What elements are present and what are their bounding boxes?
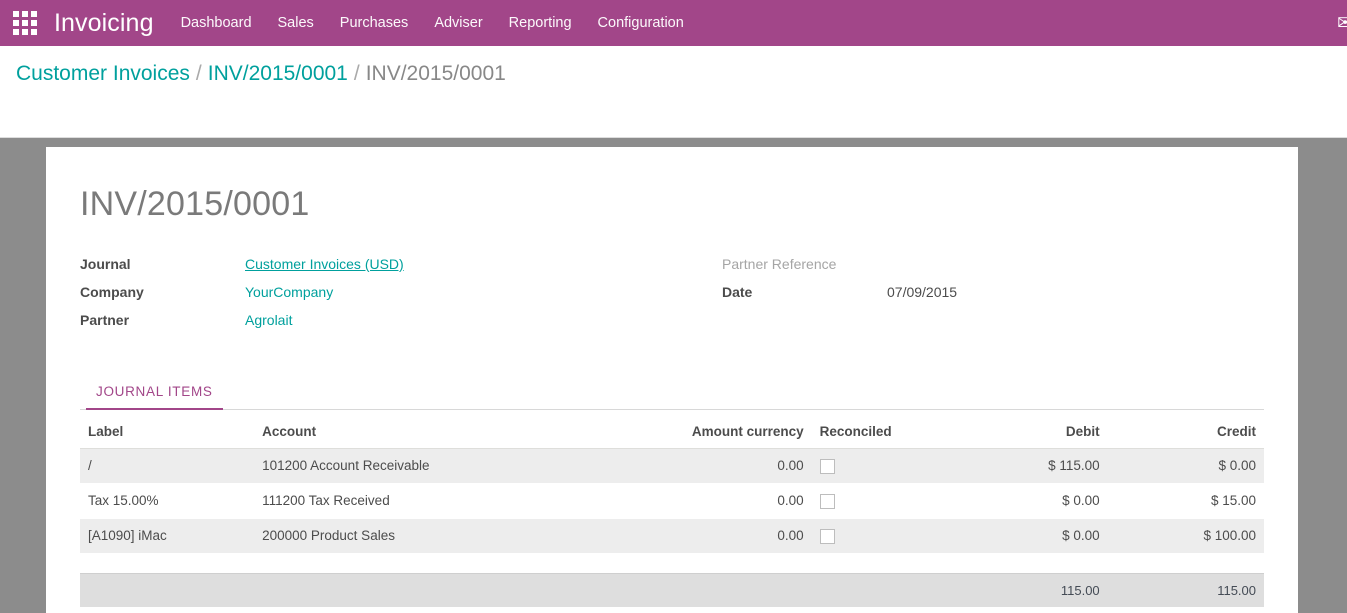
form-column-left: Journal Customer Invoices (USD) Company … <box>80 256 680 340</box>
navbar-right-tools: ✉ <box>1337 0 1347 46</box>
totals-cell-empty <box>812 573 956 607</box>
field-value-date[interactable]: 07/09/2015 <box>887 284 957 300</box>
cell-label: Tax 15.00% <box>80 483 254 518</box>
cell-reconciled <box>812 449 956 484</box>
field-value-journal[interactable]: Customer Invoices (USD) <box>245 256 404 272</box>
reconciled-checkbox[interactable] <box>820 494 835 509</box>
menu-item-adviser[interactable]: Adviser <box>421 0 495 46</box>
field-date: Date 07/09/2015 <box>722 284 1280 312</box>
cell-credit: $ 100.00 <box>1108 518 1264 553</box>
table-row[interactable]: [A1090] iMac 200000 Product Sales 0.00 $… <box>80 518 1264 553</box>
grid-dot <box>22 29 28 35</box>
totals-cell-empty <box>80 573 254 607</box>
grid-dot <box>31 11 37 17</box>
app-brand-title[interactable]: Invoicing <box>44 0 168 46</box>
control-panel: Customer Invoices/INV/2015/0001/INV/2015… <box>0 46 1347 138</box>
table-header: Label Account Amount currency Reconciled… <box>80 422 1264 449</box>
table-header-row: Label Account Amount currency Reconciled… <box>80 422 1264 449</box>
cell-debit: $ 0.00 <box>956 518 1108 553</box>
field-label-date: Date <box>722 284 887 300</box>
field-label-journal: Journal <box>80 256 245 272</box>
field-label-partner-reference: Partner Reference <box>722 256 887 272</box>
cell-reconciled <box>812 483 956 518</box>
grid-dot <box>13 29 19 35</box>
notebook-tabs: JOURNAL ITEMS <box>80 378 1264 410</box>
content-background: INV/2015/0001 Journal Customer Invoices … <box>0 138 1347 613</box>
grid-dot <box>31 20 37 26</box>
field-value-partner-wrap: Agrolait <box>245 312 292 328</box>
apps-grid-icon[interactable] <box>12 10 38 36</box>
grid-dot <box>22 11 28 17</box>
totals-cell-empty <box>609 573 812 607</box>
cell-credit: $ 15.00 <box>1108 483 1264 518</box>
menu-item-configuration[interactable]: Configuration <box>585 0 697 46</box>
column-header-account[interactable]: Account <box>254 422 609 449</box>
breadcrumb-separator: / <box>348 62 366 85</box>
table-footer-spacer <box>80 553 1264 573</box>
cell-account: 200000 Product Sales <box>254 518 609 553</box>
cell-amount-currency: 0.00 <box>609 483 812 518</box>
table-row[interactable]: / 101200 Account Receivable 0.00 $ 115.0… <box>80 449 1264 484</box>
cell-credit: $ 0.00 <box>1108 449 1264 484</box>
field-partner-reference: Partner Reference <box>722 256 1280 284</box>
menu-item-sales[interactable]: Sales <box>265 0 327 46</box>
tab-journal-items[interactable]: JOURNAL ITEMS <box>86 379 223 410</box>
page-title: INV/2015/0001 <box>64 185 1280 224</box>
grid-dot <box>13 11 19 17</box>
breadcrumb-current: INV/2015/0001 <box>366 62 506 85</box>
menu-item-purchases[interactable]: Purchases <box>327 0 422 46</box>
cell-label: / <box>80 449 254 484</box>
breadcrumb-item-invoice[interactable]: INV/2015/0001 <box>208 62 348 85</box>
field-label-partner: Partner <box>80 312 245 328</box>
field-label-company: Company <box>80 284 245 300</box>
table-totals-row: 115.00 115.00 <box>80 573 1264 607</box>
column-header-debit[interactable]: Debit <box>956 422 1108 449</box>
field-value-company[interactable]: YourCompany <box>245 284 333 300</box>
field-value-journal-wrap: Customer Invoices (USD) <box>245 256 404 272</box>
grid-dot <box>13 20 19 26</box>
cell-reconciled <box>812 518 956 553</box>
menu-item-dashboard[interactable]: Dashboard <box>168 0 265 46</box>
grid-dot <box>31 29 37 35</box>
field-value-company-wrap: YourCompany <box>245 284 333 300</box>
form-column-right: Partner Reference Date 07/09/2015 <box>680 256 1280 340</box>
main-menu: Dashboard Sales Purchases Adviser Report… <box>168 0 697 46</box>
reconciled-checkbox[interactable] <box>820 529 835 544</box>
table-body: / 101200 Account Receivable 0.00 $ 115.0… <box>80 449 1264 554</box>
table-footer: 115.00 115.00 <box>80 553 1264 607</box>
top-navbar: Invoicing Dashboard Sales Purchases Advi… <box>0 0 1347 46</box>
reconciled-checkbox[interactable] <box>820 459 835 474</box>
form-groups: Journal Customer Invoices (USD) Company … <box>64 256 1280 340</box>
field-journal: Journal Customer Invoices (USD) <box>80 256 680 284</box>
notebook: JOURNAL ITEMS Label Account Amount curre… <box>64 378 1280 607</box>
cell-amount-currency: 0.00 <box>609 449 812 484</box>
journal-items-table: Label Account Amount currency Reconciled… <box>80 422 1264 607</box>
column-header-label[interactable]: Label <box>80 422 254 449</box>
menu-item-reporting[interactable]: Reporting <box>496 0 585 46</box>
column-header-credit[interactable]: Credit <box>1108 422 1264 449</box>
totals-credit: 115.00 <box>1108 573 1264 607</box>
cell-account: 101200 Account Receivable <box>254 449 609 484</box>
cell-account: 111200 Tax Received <box>254 483 609 518</box>
mail-icon[interactable]: ✉ <box>1337 14 1347 33</box>
field-value-partner[interactable]: Agrolait <box>245 312 292 328</box>
cell-label: [A1090] iMac <box>80 518 254 553</box>
cell-amount-currency: 0.00 <box>609 518 812 553</box>
form-sheet: INV/2015/0001 Journal Customer Invoices … <box>46 147 1298 613</box>
breadcrumb: Customer Invoices/INV/2015/0001/INV/2015… <box>0 46 1347 88</box>
breadcrumb-separator: / <box>190 62 208 85</box>
cell-debit: $ 0.00 <box>956 483 1108 518</box>
field-company: Company YourCompany <box>80 284 680 312</box>
column-header-reconciled[interactable]: Reconciled <box>812 422 956 449</box>
totals-cell-empty <box>254 573 609 607</box>
table-row[interactable]: Tax 15.00% 111200 Tax Received 0.00 $ 0.… <box>80 483 1264 518</box>
breadcrumb-item-customer-invoices[interactable]: Customer Invoices <box>16 62 190 85</box>
cell-debit: $ 115.00 <box>956 449 1108 484</box>
footer-spacer-cell <box>80 553 1264 573</box>
totals-debit: 115.00 <box>956 573 1108 607</box>
field-partner: Partner Agrolait <box>80 312 680 340</box>
grid-dot <box>22 20 28 26</box>
column-header-amount-currency[interactable]: Amount currency <box>609 422 812 449</box>
